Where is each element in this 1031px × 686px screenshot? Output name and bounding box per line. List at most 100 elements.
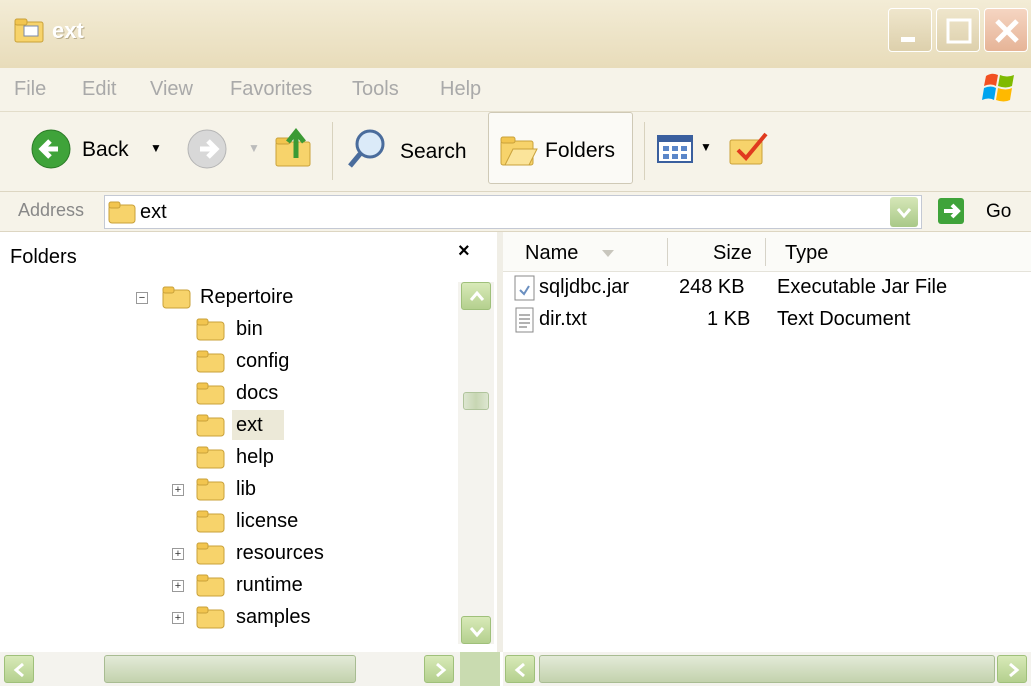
folder-icon [196,510,225,533]
title-bar[interactable]: ext [0,0,1031,68]
horizontal-scroll-thumb[interactable] [539,655,995,683]
chevron-left-icon [13,662,24,678]
address-bar: Address ext Go [0,192,1031,232]
file-size: 1 KB [707,308,751,330]
column-separator[interactable] [667,238,668,266]
file-list: Name Size Type sqljdbc.jar 248 KB Execut… [503,232,1031,652]
scroll-right-button[interactable] [997,655,1027,683]
file-type: Executable Jar File [777,276,948,298]
search-button[interactable]: Search [346,126,478,176]
tree-item-label: runtime [236,574,303,596]
toolbar-separator [332,122,333,180]
menu-file[interactable]: File [14,78,46,101]
chevron-down-icon [896,208,912,219]
scroll-right-button[interactable] [424,655,454,683]
scroll-left-button[interactable] [505,655,535,683]
back-dropdown-icon[interactable]: ▼ [150,141,162,155]
column-header-bar: Name Size Type [503,232,1031,272]
window-title: ext [52,18,84,43]
tree-item-help[interactable]: help [0,442,450,472]
scroll-down-button[interactable] [461,616,491,644]
tree-item-label: license [236,510,299,532]
tree-item-docs[interactable]: docs [0,378,450,408]
minimize-icon [901,37,915,42]
back-button[interactable]: Back ▼ [30,128,170,174]
menu-view[interactable]: View [150,78,193,101]
address-folder-icon [108,201,136,224]
close-button[interactable] [984,8,1028,52]
forward-dropdown-icon[interactable]: ▼ [248,141,260,155]
views-dropdown-icon[interactable]: ▼ [700,140,712,154]
expand-icon[interactable]: + [172,580,184,592]
address-dropdown-button[interactable] [890,197,918,227]
jar-file-icon [514,275,535,301]
maximize-button[interactable] [936,8,980,52]
tree-item-lib[interactable]: + lib [0,474,450,504]
tree-item-bin[interactable]: bin [0,314,450,344]
back-arrow-icon [31,129,71,169]
vertical-scroll-thumb[interactable] [463,392,489,410]
menu-help[interactable]: Help [440,78,481,101]
go-button[interactable]: Go [936,196,1020,228]
folders-pane: Folders × − Repertoire bin config docs e… [0,232,497,652]
address-value: ext [140,201,167,223]
minimize-button[interactable] [888,8,932,52]
close-icon [995,19,1019,43]
views-icon [657,135,693,163]
menu-bar: File Edit View Favorites Tools Help [0,68,1031,112]
menu-edit[interactable]: Edit [82,78,116,101]
menu-favorites[interactable]: Favorites [230,78,312,101]
folder-icon [196,478,225,501]
expand-icon[interactable]: + [172,484,184,496]
go-arrow-icon [938,198,964,224]
scroll-left-button[interactable] [4,655,34,683]
folder-icon [196,350,225,373]
tree-item-label: bin [236,318,263,340]
collapse-icon[interactable]: − [136,292,148,304]
views-button[interactable]: ▼ [656,132,718,172]
column-type[interactable]: Type [785,242,828,265]
tree-item-license[interactable]: license [0,506,450,536]
address-input[interactable] [104,195,922,229]
column-separator[interactable] [765,238,766,266]
chevron-down-icon [469,627,485,638]
tree-item-repertoire[interactable]: − Repertoire [0,282,450,312]
column-name[interactable]: Name [525,242,578,265]
folder-icon [196,606,225,629]
folders-horizontal-scrollbar[interactable] [0,652,460,686]
scroll-up-button[interactable] [461,282,491,310]
tree-item-label: ext [236,414,263,436]
folder-icon [196,382,225,405]
tree-item-ext[interactable]: ext [0,410,450,440]
file-row[interactable]: sqljdbc.jar 248 KB Executable Jar File [503,272,1031,304]
tree-item-runtime[interactable]: + runtime [0,570,450,600]
folders-vertical-scrollbar[interactable] [458,282,494,644]
tree-item-label: Repertoire [200,286,294,308]
size-grip-icon[interactable] [460,652,500,686]
windows-logo-icon [982,73,1014,102]
file-list-horizontal-scrollbar[interactable] [503,652,1031,686]
folders-pane-close-icon[interactable]: × [458,240,470,263]
tree-item-config[interactable]: config [0,346,450,376]
tree-item-label: resources [236,542,324,564]
folders-icon [500,136,538,166]
forward-button[interactable]: ▼ [186,128,266,174]
menu-tools[interactable]: Tools [352,78,399,101]
forward-arrow-icon [187,129,227,169]
tree-item-label: samples [236,606,311,628]
column-size[interactable]: Size [713,242,752,265]
expand-icon[interactable]: + [172,548,184,560]
tree-item-samples[interactable]: + samples [0,602,450,632]
file-row[interactable]: dir.txt 1 KB Text Document [503,304,1031,336]
expand-icon[interactable]: + [172,612,184,624]
tree-item-resources[interactable]: + resources [0,538,450,568]
folder-icon [196,446,225,469]
folders-button[interactable]: Folders [488,112,633,184]
address-label: Address [18,200,85,220]
file-size: 248 KB [679,276,745,298]
horizontal-scroll-thumb[interactable] [104,655,356,683]
chevron-left-icon [514,662,525,678]
up-folder-icon[interactable] [274,128,316,170]
folder-icon [196,318,225,341]
folder-sync-icon[interactable] [728,130,772,170]
